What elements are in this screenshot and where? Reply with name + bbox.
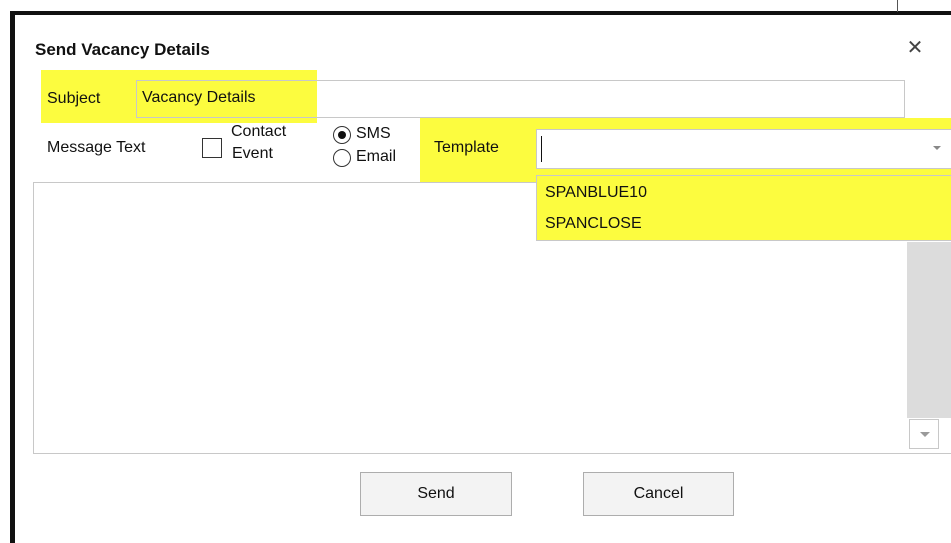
- sms-radio[interactable]: [333, 126, 351, 144]
- text-cursor: [541, 136, 542, 162]
- send-button[interactable]: Send: [360, 472, 512, 516]
- scrollbar-thumb[interactable]: [907, 242, 951, 418]
- email-radio[interactable]: [333, 149, 351, 167]
- template-option[interactable]: SPANCLOSE: [545, 215, 642, 233]
- subject-input-value: Vacancy Details: [142, 89, 256, 106]
- message-text-label: Message Text: [47, 139, 146, 156]
- template-option[interactable]: SPANBLUE10: [545, 184, 647, 202]
- contact-event-checkbox[interactable]: [202, 138, 222, 158]
- dialog-title: Send Vacancy Details: [35, 40, 210, 59]
- template-label: Template: [434, 139, 499, 156]
- close-icon[interactable]: ✕: [904, 37, 926, 59]
- frame-divider: [897, 0, 898, 12]
- cancel-button[interactable]: Cancel: [583, 472, 734, 516]
- contact-event-label-line1: Contact: [231, 123, 287, 140]
- scroll-down-arrow-icon: [920, 432, 930, 437]
- chevron-down-icon[interactable]: [933, 146, 941, 150]
- subject-label: Subject: [47, 90, 101, 107]
- contact-event-label-line2: Event: [232, 145, 273, 162]
- template-select[interactable]: [536, 129, 951, 169]
- screenshot-canvas: Send Vacancy Details ✕ Subject Vacancy D…: [0, 0, 951, 543]
- email-radio-label: Email: [356, 148, 397, 165]
- scroll-down-button[interactable]: [909, 419, 939, 449]
- sms-radio-label: SMS: [356, 125, 391, 142]
- sms-radio-selected-dot: [338, 131, 346, 139]
